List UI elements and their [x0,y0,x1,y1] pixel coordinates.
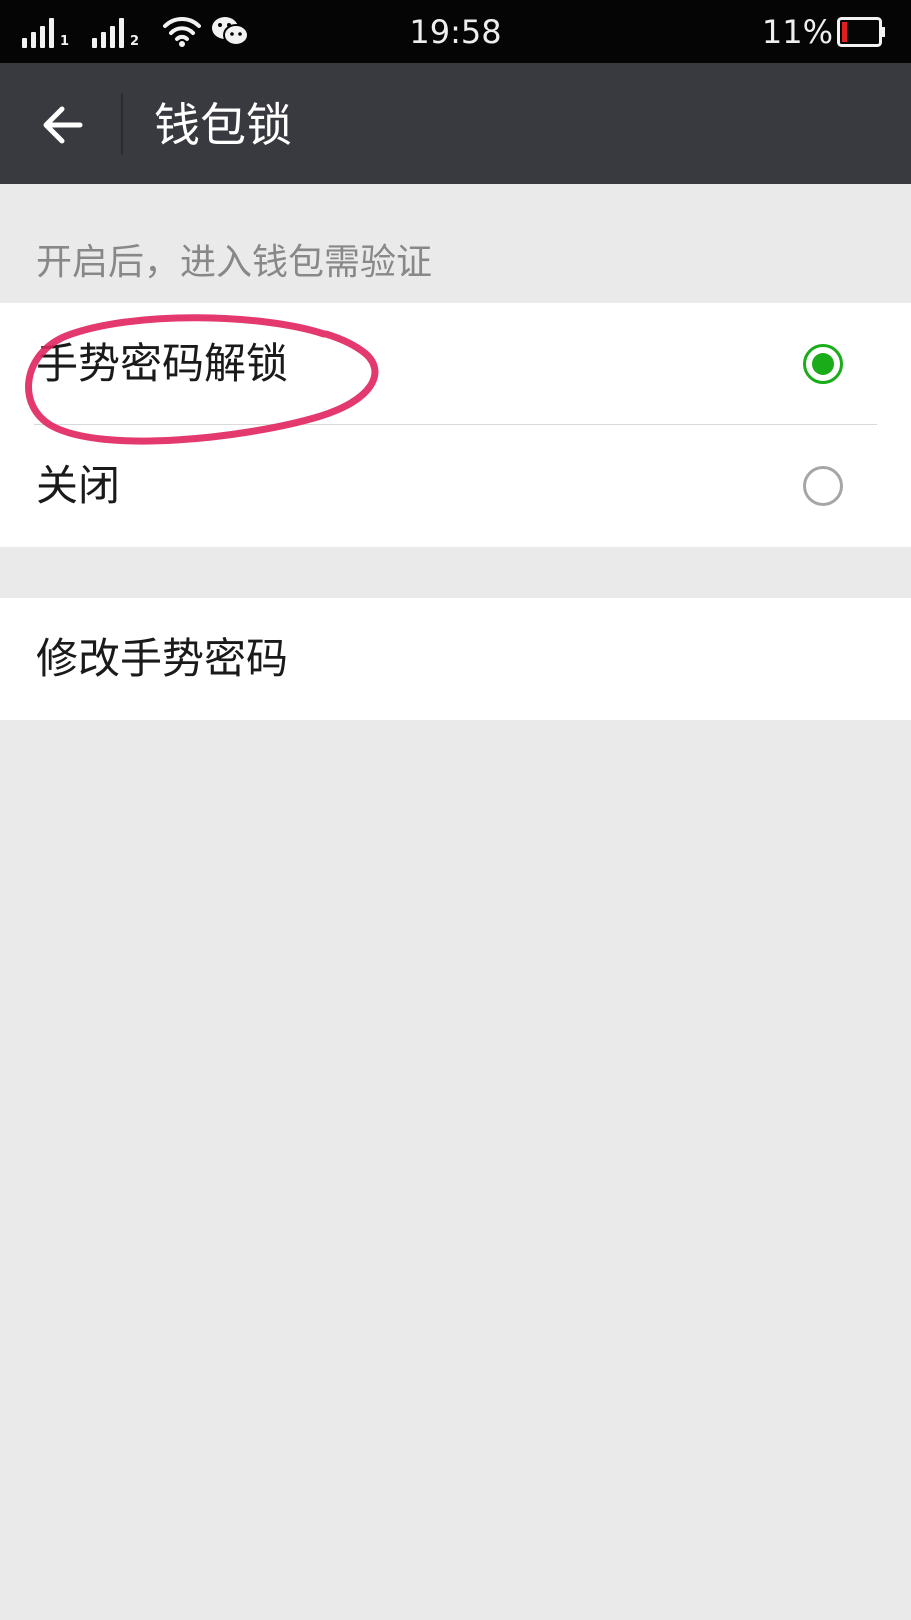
change-password-label: 修改手势密码 [36,634,289,683]
back-button[interactable] [22,85,102,165]
radio-dot [812,353,834,375]
app-bar-divider [121,93,123,155]
option-off[interactable]: 关闭 [0,425,911,546]
option-label: 手势密码解锁 [36,339,289,388]
status-bar: 1 2 19:58 11% [0,0,911,63]
page-title: 钱包锁 [154,98,292,152]
battery-icon [837,17,885,47]
radio-unchecked[interactable] [803,466,843,506]
arrow-left-icon [43,106,83,144]
battery-percent: 11% [761,13,833,51]
app-bar: 钱包锁 [0,63,911,184]
option-label: 关闭 [36,461,121,510]
section-hint: 开启后，进入钱包需验证 [36,242,433,283]
change-password-row[interactable]: 修改手势密码 [0,598,911,720]
radio-checked[interactable] [803,344,843,384]
option-gesture-unlock[interactable]: 手势密码解锁 [0,303,911,424]
lock-option-group: 手势密码解锁 关闭 [0,303,911,547]
